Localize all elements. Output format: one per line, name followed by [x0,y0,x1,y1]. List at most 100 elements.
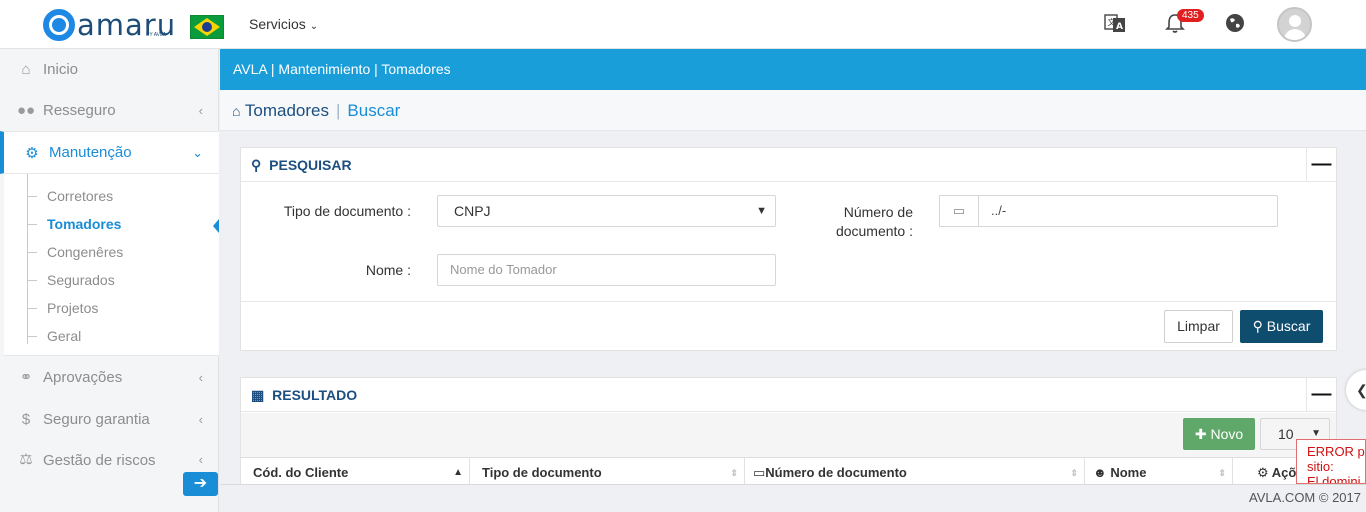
page-title-text: Tomadores [244,101,329,120]
gear-icon: ⚙ [1257,465,1269,480]
column-header-client-code[interactable]: Cód. do Cliente ▲ [241,458,470,486]
doc-type-select[interactable]: CNPJ ▼ [437,195,776,227]
side-panel-toggle[interactable]: ❮ [1346,370,1366,410]
credit-card-icon: ▭ [939,195,979,227]
breadcrumb: AVLA | Mantenimiento | Tomadores [220,49,1366,90]
svg-text:A: A [1116,22,1123,32]
new-button-label: Novo [1210,426,1244,442]
brand-sub: BY AVLA [146,32,167,38]
credit-card-icon: ▭ [753,465,766,480]
notification-badge: 435 [1177,9,1204,22]
active-marker [213,219,219,233]
new-button[interactable]: ✚ Novo [1183,418,1255,450]
minus-icon: — [1311,153,1332,175]
sidebar-item-resseguro[interactable]: ●● Resseguro ‹ [0,90,219,130]
search-button[interactable]: ⚲ Buscar [1240,310,1323,343]
chevron-left-icon: ‹ [198,369,203,385]
scale-icon: ⚖ [19,451,33,468]
submenu-item-segurados[interactable]: Segurados [27,272,115,288]
column-label: Número de documento [765,465,907,480]
chevron-down-icon: ⌄ [309,21,319,32]
page-subtitle: Buscar [347,101,401,120]
doc-number-label-line2: documento : [835,223,913,239]
submenu-item-tomadores[interactable]: Tomadores [26,216,121,232]
sidebar-item-label: Manutenção [49,144,132,161]
column-label: Cód. do Cliente [253,465,349,480]
column-header-doc-type[interactable]: Tipo de documento ⇕ [470,458,745,486]
sidebar-item-aprovacoes[interactable]: ⚭ Aprovações ‹ [0,357,219,397]
search-icon: ⚲ [1252,318,1263,334]
servicios-label: Servicios [249,16,306,32]
user-avatar[interactable] [1277,7,1312,42]
collapse-sidebar-button[interactable]: ➔ [183,472,218,496]
minimize-result-button[interactable]: — [1306,378,1336,412]
result-panel-title: RESULTADO [272,387,358,403]
svg-text:文: 文 [1108,17,1116,27]
column-label: Açõ [1271,465,1297,480]
per-page-value: 10 [1278,426,1294,442]
sidebar-item-seguro-garantia[interactable]: $ Seguro garantia ‹ [0,399,219,439]
column-header-doc-number[interactable]: ▭Número de documento ⇕ [745,458,1085,486]
sidebar-item-label: Seguro garantia [43,410,150,428]
title-separator: | [336,101,341,120]
sidebar-item-inicio[interactable]: ⌂ Inicio [0,49,219,89]
submenu-item-projetos[interactable]: Projetos [26,300,98,316]
sidebar-item-label: Inicio [43,60,79,78]
top-bar: amaru BY AVLA Servicios ⌄ 文A 435 [0,0,1366,49]
clear-button[interactable]: Limpar [1164,310,1233,343]
home-icon: ⌂ [232,103,241,119]
user-icon: ☻ [1093,465,1107,480]
minimize-search-button[interactable]: — [1306,148,1336,182]
arrow-left-circle-icon: ➔ [193,475,208,492]
submenu-item-geral[interactable]: Geral [26,328,81,344]
chevron-left-icon: ‹ [198,411,203,427]
search-icon: ⚲ [251,157,262,173]
chevron-left-icon: ❮ [1356,382,1366,398]
handshake-icon: ⚭ [19,369,33,386]
submenu-item-corretores[interactable]: Corretores [26,188,113,204]
error-line: El domini [1307,474,1361,484]
name-input[interactable]: Nome do Tomador [437,254,776,286]
doc-number-label: Número de documento : [790,203,913,241]
sidebar-item-label: Resseguro [43,101,116,119]
sidebar-item-label: Gestão de riscos [43,452,156,469]
doc-number-input[interactable]: ../- [978,195,1278,227]
home-icon: ⌂ [21,60,31,78]
minus-icon: — [1311,383,1332,405]
logo-ring-icon [43,9,75,41]
servicios-menu[interactable]: Servicios ⌄ [249,16,318,32]
error-line: ERROR pa [1307,444,1366,459]
sidebar-item-gestao-riscos[interactable]: ⚖ Gestão de riscos ‹ [0,443,219,469]
footer: AVLA.COM © 2017 [220,484,1366,512]
error-message: ERROR pa sitio: El domini [1296,439,1366,484]
translate-icon[interactable]: 文A [1103,12,1127,36]
sidebar-item-manutencao[interactable]: ⚙ Manutenção ⌄ [0,131,219,174]
doc-type-label: Tipo de documento : [283,203,411,219]
error-line: sitio: [1307,459,1334,474]
search-panel-header: ⚲ PESQUISAR — [241,148,1336,182]
chevron-left-icon: ‹ [198,102,203,118]
manutencao-submenu: Corretores Tomadores Congenêres Segurado… [4,174,219,356]
table-icon: ▦ [251,387,265,403]
result-panel-header: ▦ RESULTADO — [241,378,1336,412]
doc-type-value: CNPJ [454,203,491,219]
search-panel-title: PESQUISAR [269,157,352,173]
gear-icon: ⚙ [25,144,39,162]
users-icon: ●● [17,101,36,119]
name-label: Nome : [365,262,411,278]
brazil-flag-icon[interactable] [190,15,224,39]
chevron-left-icon: ‹ [198,452,203,467]
chevron-down-icon: ▼ [756,205,767,217]
plus-circle-icon: ✚ [1194,426,1207,442]
globe-icon[interactable] [1223,12,1247,36]
column-label: Tipo de documento [482,465,602,480]
column-header-name[interactable]: ☻ Nome ⇕ [1085,458,1233,486]
submenu-line [27,174,28,344]
column-label: Nome [1110,465,1147,480]
search-panel-divider [241,301,1336,302]
chevron-down-icon: ⌄ [192,144,203,160]
search-button-label: Buscar [1266,318,1311,334]
submenu-item-congeneres[interactable]: Congenêres [26,244,123,260]
dollar-icon: $ [21,410,31,428]
sidebar-item-label: Aprovações [43,368,123,386]
